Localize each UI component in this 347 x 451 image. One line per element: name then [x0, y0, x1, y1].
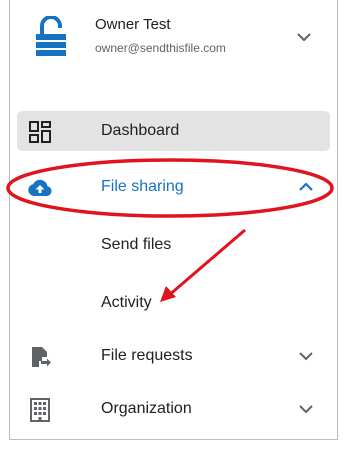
chevron-up-icon[interactable]	[297, 178, 315, 196]
account-name: Owner Test	[95, 16, 171, 33]
account-header[interactable]: Owner Test owner@sendthisfile.com	[36, 8, 331, 66]
chevron-down-icon[interactable]	[297, 400, 315, 418]
lock-icon	[36, 16, 66, 56]
subnav-label-activity: Activity	[101, 294, 152, 311]
nav-label-file-sharing: File sharing	[101, 178, 184, 195]
nav-label-organization: Organization	[101, 400, 192, 417]
nav-label-file-requests: File requests	[101, 347, 193, 364]
building-icon	[30, 398, 50, 422]
subnav-item-activity[interactable]: Activity	[17, 286, 330, 322]
chevron-down-icon[interactable]	[295, 28, 313, 46]
account-email: owner@sendthisfile.com	[95, 41, 226, 55]
nav-item-organization[interactable]: Organization	[17, 389, 330, 429]
subnav-label-send-files: Send files	[101, 236, 172, 253]
nav-item-file-requests[interactable]: File requests	[17, 336, 330, 376]
subnav-item-send-files[interactable]: Send files	[17, 228, 330, 264]
nav-item-dashboard[interactable]: Dashboard	[17, 111, 330, 151]
nav-label-dashboard: Dashboard	[101, 122, 180, 139]
cloud-upload-icon	[28, 179, 52, 196]
file-request-icon	[32, 347, 51, 367]
nav-item-file-sharing[interactable]: File sharing	[17, 167, 330, 207]
dashboard-icon	[29, 121, 51, 143]
chevron-down-icon[interactable]	[297, 347, 315, 365]
